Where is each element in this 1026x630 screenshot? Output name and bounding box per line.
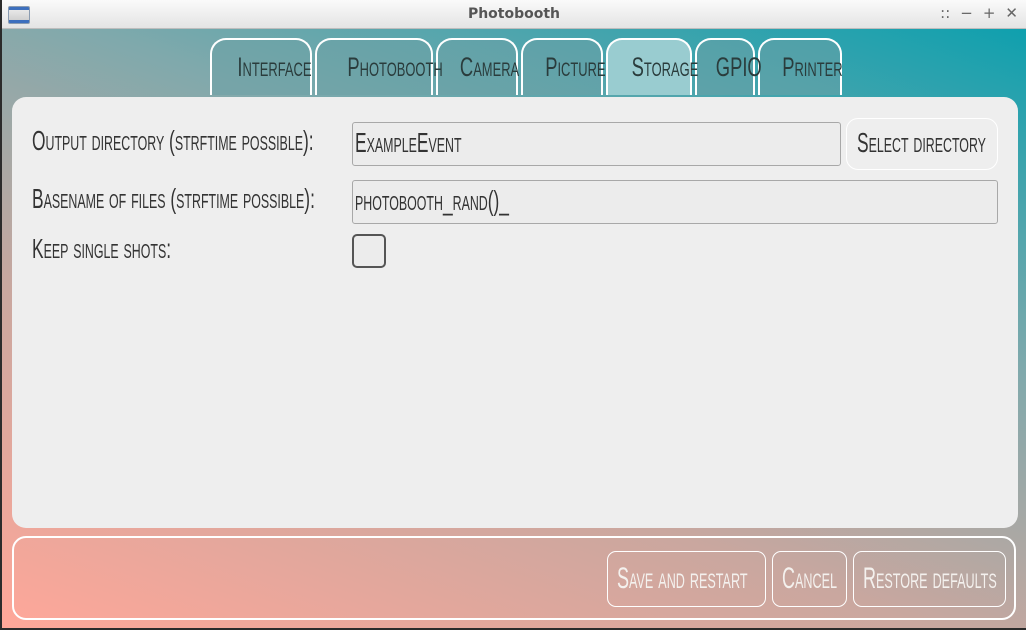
window-title: Photobooth: [467, 6, 561, 22]
tab-picture[interactable]: Picture: [521, 38, 606, 95]
storage-panel: Output directory (strftime possible): Ex…: [12, 97, 1018, 528]
app-window: Photobooth :: − + ✕ Interface Photobooth…: [2, 0, 1026, 630]
close-icon[interactable]: ✕: [1005, 4, 1018, 22]
cancel-button[interactable]: Cancel: [772, 551, 847, 607]
keep-single-shots-label: Keep single shots:: [32, 233, 172, 264]
output-directory-label: Output directory (strftime possible):: [32, 125, 314, 156]
settings-dialog: Interface Photobooth Camera Picture Stor…: [2, 29, 1026, 628]
maximize-icon[interactable]: +: [983, 4, 996, 22]
output-directory-input[interactable]: ExampleEvent: [352, 122, 841, 166]
title-bar: Photobooth :: − + ✕: [2, 0, 1026, 29]
tab-camera[interactable]: Camera: [436, 38, 519, 95]
tab-interface[interactable]: Interface: [210, 38, 312, 95]
action-bar: Save and restart Cancel Restore defaults: [12, 536, 1016, 620]
save-and-restart-button[interactable]: Save and restart: [607, 551, 766, 607]
tab-gpio[interactable]: GPIO: [695, 38, 762, 95]
restore-defaults-button[interactable]: Restore defaults: [853, 551, 1006, 607]
minimize-icon[interactable]: −: [960, 4, 973, 22]
tab-printer[interactable]: Printer: [758, 38, 843, 95]
select-directory-button[interactable]: Select directory: [846, 118, 998, 170]
tab-storage[interactable]: Storage: [606, 38, 698, 95]
tab-photobooth[interactable]: Photobooth: [315, 38, 443, 95]
basename-label: Basename of files (strftime possible):: [32, 183, 315, 214]
window-menu-icon[interactable]: ::: [940, 4, 950, 22]
keep-single-shots-checkbox[interactable]: [352, 234, 386, 268]
basename-input[interactable]: photobooth_rand()_: [352, 180, 998, 224]
tab-bar: Interface Photobooth Camera Picture Stor…: [210, 38, 843, 95]
